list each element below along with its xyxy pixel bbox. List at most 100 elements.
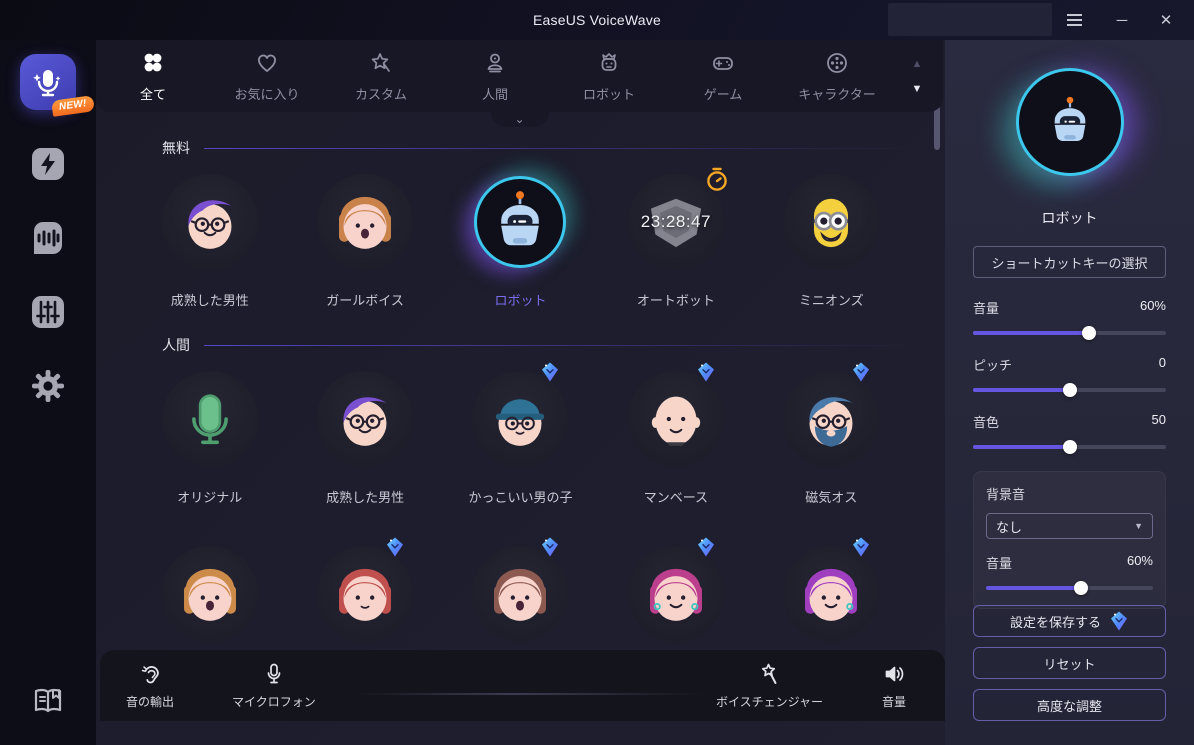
device-label: 音量 xyxy=(882,693,906,710)
slider-label: 音量 xyxy=(973,298,999,317)
slider-label: 音色 xyxy=(973,412,999,431)
gem-icon xyxy=(385,536,405,558)
slider-track[interactable] xyxy=(973,331,1166,335)
device-magic-wand[interactable]: ボイスチェンジャー xyxy=(716,661,823,710)
voice-card[interactable] xyxy=(287,544,442,662)
grid-flower-icon xyxy=(140,50,166,76)
device-label: マイクロフォン xyxy=(232,693,316,710)
bald-man-icon xyxy=(633,376,719,462)
sidebar-item-settings-gear[interactable] xyxy=(0,332,96,406)
tab-label: ゲーム xyxy=(704,84,743,103)
voice-card[interactable] xyxy=(443,544,598,662)
gem-icon xyxy=(1109,610,1129,632)
sidebar-item-lightning[interactable]: NEW! xyxy=(0,110,96,184)
sidebar-item-voice-memo[interactable] xyxy=(0,184,96,258)
slider-音量: 音量60% xyxy=(973,298,1166,335)
voice-card-マンベース[interactable]: マンベース xyxy=(598,369,753,506)
sidebar-item-guide-book[interactable] xyxy=(0,681,96,721)
slider-value: 60% xyxy=(1127,553,1153,572)
robot-icon xyxy=(477,179,563,265)
tab-キャラクター[interactable]: キャラクター xyxy=(780,40,894,112)
tab-お気に入り[interactable]: お気に入り xyxy=(210,40,324,112)
mixer-icon xyxy=(28,292,68,332)
tabbar-collapse-button[interactable]: ⌄ xyxy=(491,112,549,127)
voice-card-ミニオンズ[interactable]: ミニオンズ xyxy=(754,172,909,309)
device-label: ボイスチェンジャー xyxy=(716,693,823,710)
voice-memo-icon xyxy=(28,218,68,258)
button-設定を保存する[interactable]: 設定を保存する xyxy=(973,605,1166,637)
voice-grid: オリジナル成熟した男性かっこいい男の子マンベース 磁気オス xyxy=(96,369,945,662)
background-sound-box: 背景音 なし ▼ 音量60% xyxy=(973,471,1166,609)
sidebar-item-mixer[interactable] xyxy=(0,258,96,332)
minimize-icon[interactable]: ─ xyxy=(1102,0,1142,40)
slider-track[interactable] xyxy=(973,388,1166,392)
button-label: リセット xyxy=(1043,654,1095,673)
device-microphone[interactable]: マイクロフォン xyxy=(232,661,316,710)
section-title: 無料 xyxy=(162,138,190,158)
voice-card-成熟した男性[interactable]: 成熟した男性 xyxy=(287,369,442,506)
voice-name: マンベース xyxy=(644,487,708,506)
voice-card-ロボット[interactable]: ロボット xyxy=(443,172,598,309)
device-ear[interactable]: 音の輸出 xyxy=(126,661,174,710)
voice-name: ロボット xyxy=(494,290,546,309)
tab-人間[interactable]: 人間 xyxy=(438,40,552,112)
device-speaker[interactable]: 音量 xyxy=(881,661,907,710)
tab-label: ロボット xyxy=(583,84,635,103)
voice-card-オートボット[interactable]: 23:28:47 オートボット xyxy=(598,172,753,309)
voice-card-成熟した男性[interactable]: 成熟した男性 xyxy=(132,172,287,309)
voice-name: 磁気オス xyxy=(805,487,857,506)
triangle-up-icon[interactable]: ▲ xyxy=(912,58,923,70)
microphone-green-icon xyxy=(167,376,253,462)
voice-card-ガールボイス[interactable]: ガールボイス xyxy=(287,172,442,309)
slider-value: 50 xyxy=(1152,412,1166,431)
voicewave-app: EaseUS VoiceWave ─ ✕ NEW! 全てお気に入りカスタム人間ロ… xyxy=(0,0,1194,745)
star-pencil-icon xyxy=(368,50,394,76)
background-sound-dropdown[interactable]: なし ▼ xyxy=(986,513,1153,539)
bearded-man-blue-icon xyxy=(788,376,874,462)
detail-buttons: 設定を保存するリセット高度な調整 xyxy=(973,595,1166,721)
minion-icon xyxy=(788,179,874,265)
voice-card-磁気オス[interactable]: 磁気オス xyxy=(754,369,909,506)
trial-timer: 23:28:47 xyxy=(641,212,711,232)
tab-カスタム[interactable]: カスタム xyxy=(324,40,438,112)
tab-scroll-arrows: ▲ ▼ xyxy=(894,58,940,95)
magic-wand-icon xyxy=(756,661,782,687)
slider-thumb[interactable] xyxy=(1063,440,1077,454)
button-label: 設定を保存する xyxy=(1010,612,1101,631)
titlebar-panel xyxy=(888,3,1052,36)
hamburger-menu-icon[interactable] xyxy=(1054,0,1094,40)
girl-purple-hair-icon xyxy=(788,551,874,637)
tab-ロボット[interactable]: ロボット xyxy=(552,40,666,112)
slider-track[interactable] xyxy=(973,445,1166,449)
tab-全て[interactable]: 全て xyxy=(96,40,210,112)
slider-label: ピッチ xyxy=(973,355,1012,374)
shortcut-key-button[interactable]: ショートカットキーの選択 xyxy=(973,246,1166,278)
microphone-sparkle-icon xyxy=(28,62,68,102)
film-reel-icon xyxy=(824,50,850,76)
voice-card-かっこいい男の子[interactable]: かっこいい男の子 xyxy=(443,369,598,506)
button-label: 高度な調整 xyxy=(1037,696,1102,715)
close-icon[interactable]: ✕ xyxy=(1146,0,1186,40)
button-リセット[interactable]: リセット xyxy=(973,647,1166,679)
section-divider xyxy=(204,148,925,149)
slider-thumb[interactable] xyxy=(1082,326,1096,340)
voice-card[interactable] xyxy=(598,544,753,662)
slider-thumb[interactable] xyxy=(1063,383,1077,397)
voice-card[interactable] xyxy=(754,544,909,662)
triangle-down-icon[interactable]: ▼ xyxy=(912,83,923,95)
gem-icon xyxy=(696,361,716,383)
heart-icon xyxy=(254,50,280,76)
tab-ゲーム[interactable]: ゲーム xyxy=(666,40,780,112)
voice-card-オリジナル[interactable]: オリジナル xyxy=(132,369,287,506)
lightning-icon xyxy=(28,144,68,184)
button-高度な調整[interactable]: 高度な調整 xyxy=(973,689,1166,721)
main-area: 全てお気に入りカスタム人間ロボットゲームキャラクター ▲ ▼ ⌄ 無料成熟した男… xyxy=(96,40,945,745)
slider-thumb[interactable] xyxy=(1074,581,1088,595)
tab-label: 全て xyxy=(140,84,166,103)
voice-card[interactable] xyxy=(132,544,287,662)
slider-track[interactable] xyxy=(986,586,1153,590)
voice-name: オートボット xyxy=(637,290,715,309)
category-tabbar: 全てお気に入りカスタム人間ロボットゲームキャラクター ▲ ▼ ⌄ xyxy=(96,40,943,112)
tab-label: 人間 xyxy=(482,84,508,103)
scrollbar-thumb[interactable] xyxy=(934,106,940,150)
